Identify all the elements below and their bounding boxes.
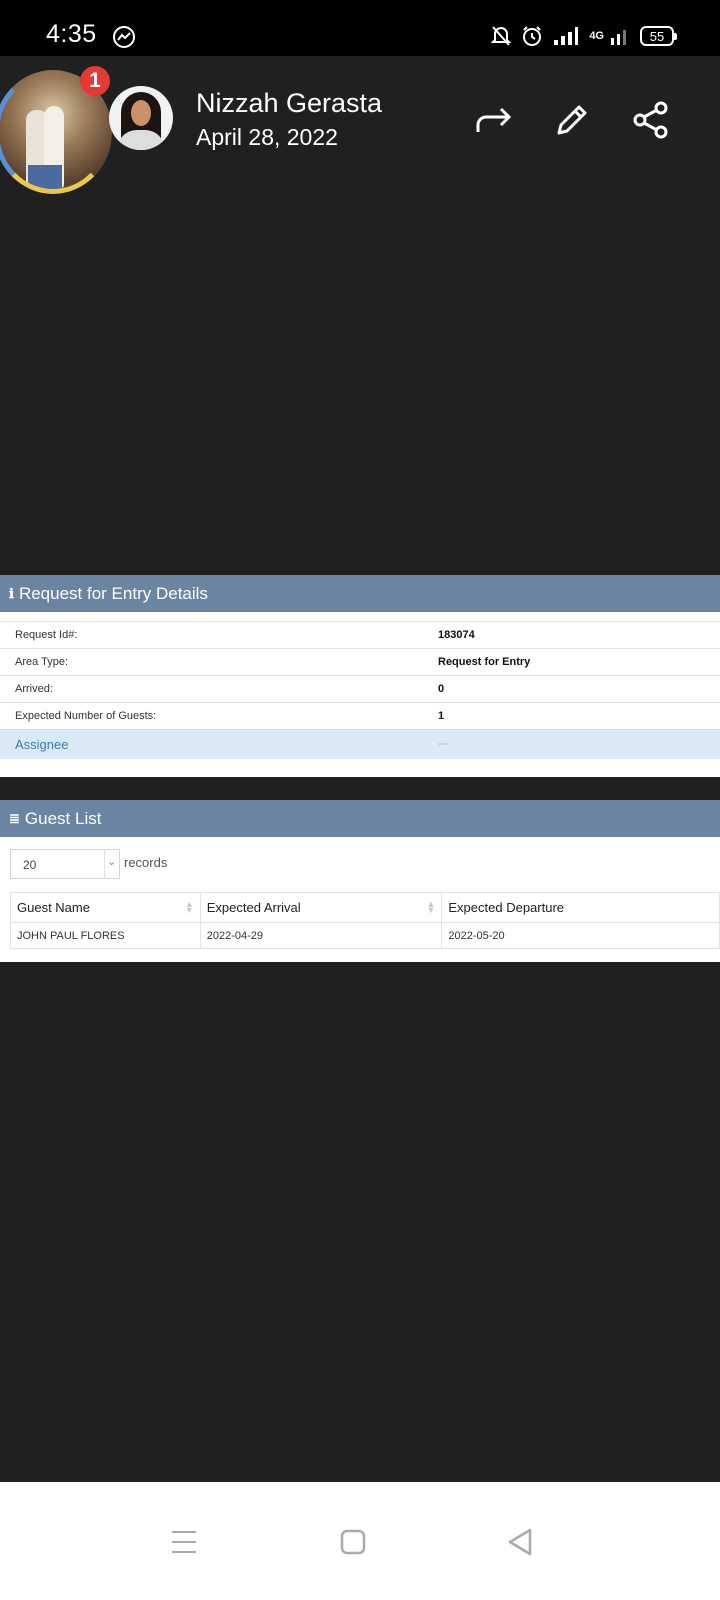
status-bar: 4:35 4G 55 (0, 0, 720, 56)
guest-table: Guest Name ▲ ▼ Expected Arrival ▲ ▼ Expect… (10, 892, 720, 949)
arrival-cell: 2022-04-29 (199, 922, 443, 949)
sort-icon: ▲ ▼ (426, 899, 436, 915)
back-triangle-icon (508, 1528, 532, 1556)
network-label: 4G (589, 30, 604, 42)
avatar[interactable] (109, 86, 173, 150)
detail-row: Expected Number of Guests: 1 (0, 702, 720, 729)
status-indicators: 4G 55 (491, 22, 677, 50)
column-header-label: Expected Arrival (206, 900, 301, 915)
detail-label: Request Id#: (15, 629, 78, 641)
detail-row: Request Id#: 183074 (0, 621, 720, 648)
column-header-label: Expected Departure (448, 900, 565, 915)
info-icon: ℹ (9, 585, 14, 601)
entry-details-title: Request for Entry Details (18, 583, 208, 603)
home-button[interactable] (331, 1522, 375, 1562)
assignee-value: --- (438, 738, 449, 750)
sort-icon: ▲ ▼ (184, 899, 194, 915)
battery-icon: 55 (640, 26, 677, 46)
sender-name[interactable]: Nizzah Gerasta (196, 88, 382, 119)
list-icon: ≣ (9, 810, 20, 826)
messenger-icon (113, 26, 135, 48)
detail-row: Area Type: Request for Entry (0, 648, 720, 675)
detail-label: Expected Number of Guests: (15, 710, 157, 722)
page-size-select[interactable]: 20 ⌄ (10, 849, 120, 879)
assignee-label: Assignee (15, 737, 69, 752)
table-header-row: Guest Name ▲ ▼ Expected Arrival ▲ ▼ Expect… (10, 892, 720, 923)
signal-2-icon (611, 30, 626, 45)
detail-label: Arrived: (15, 683, 53, 695)
column-header-expected-arrival[interactable]: Expected Arrival ▲ ▼ (199, 892, 443, 923)
column-header-guest-name[interactable]: Guest Name ▲ ▼ (10, 892, 201, 923)
forward-button[interactable] (474, 100, 514, 140)
detail-value: 1 (438, 710, 445, 722)
pencil-icon (557, 105, 587, 135)
table-row[interactable]: JOHN PAUL FLORES 2022-04-29 2022-05-20 (10, 922, 720, 949)
home-square-icon (340, 1529, 366, 1555)
column-header-label: Guest Name (17, 900, 90, 915)
mute-bell-icon (491, 26, 512, 46)
share-button[interactable] (631, 100, 671, 140)
detail-value: Request for Entry (438, 656, 531, 668)
records-label: records (124, 855, 168, 870)
forward-icon (476, 107, 512, 132)
detail-value: 0 (438, 683, 445, 695)
guest-list-title: Guest List (24, 808, 102, 828)
menu-icon (172, 1531, 196, 1553)
detail-label: Area Type: (15, 656, 68, 668)
page-size-value: 20 (23, 858, 37, 872)
navigation-bar (0, 1482, 720, 1600)
entry-details-header: ℹ Request for Entry Details (0, 575, 720, 612)
alarm-icon (523, 26, 542, 46)
departure-cell: 2022-05-20 (441, 922, 720, 949)
entry-details-panel: ℹ Request for Entry Details Request Id#:… (0, 575, 720, 777)
assignee-row[interactable]: Assignee --- (0, 729, 720, 759)
guest-name-cell: JOHN PAUL FLORES (10, 922, 201, 949)
share-icon (633, 101, 668, 139)
status-time: 4:35 (46, 20, 97, 48)
edit-button[interactable] (552, 100, 592, 140)
records-row: 20 ⌄ records (0, 837, 720, 892)
detail-value: 183074 (438, 629, 475, 641)
chevron-down-icon: ⌄ (107, 856, 117, 868)
notification-badge: 1 (80, 66, 110, 96)
recent-apps-button[interactable] (162, 1522, 206, 1562)
guest-list-header: ≣ Guest List (0, 800, 720, 837)
guest-list-panel: ≣ Guest List 20 ⌄ records Guest Name ▲ ▼ … (0, 800, 720, 962)
column-header-expected-departure[interactable]: Expected Departure (441, 892, 720, 923)
back-button[interactable] (498, 1522, 542, 1562)
signal-icon (554, 27, 579, 45)
post-date: April 28, 2022 (196, 124, 338, 150)
detail-row: Arrived: 0 (0, 675, 720, 702)
